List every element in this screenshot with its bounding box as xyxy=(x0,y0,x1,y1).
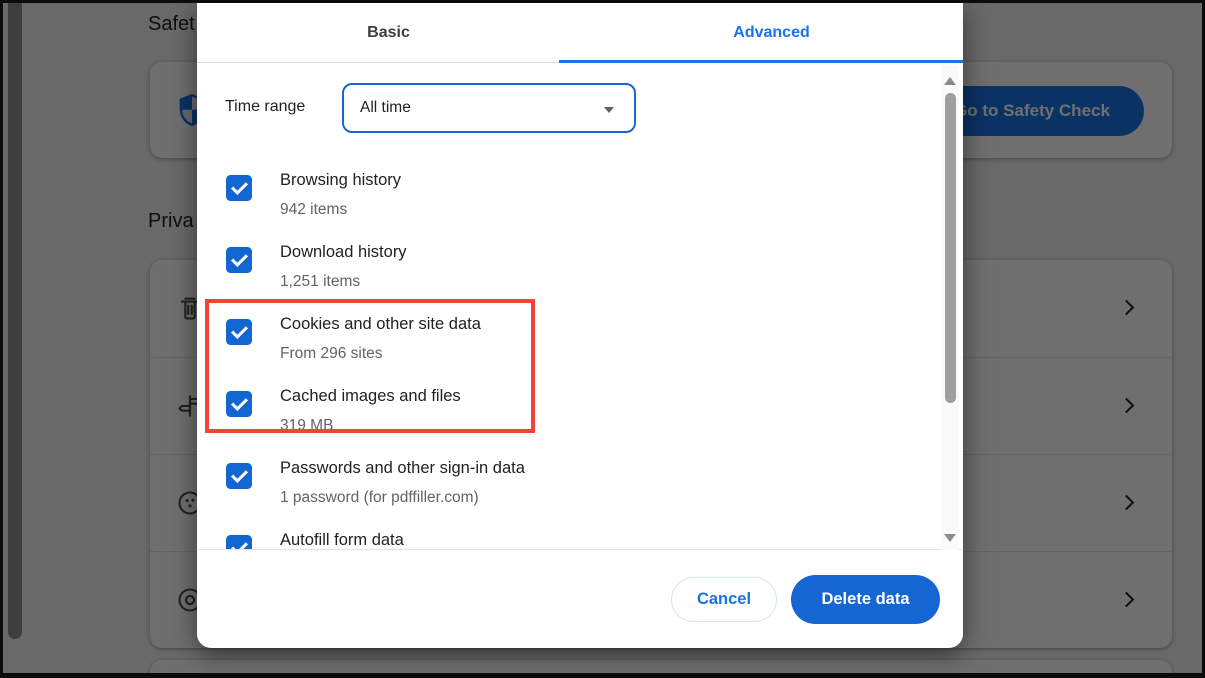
item-label: Browsing history xyxy=(280,171,402,189)
scroll-up-arrow-icon[interactable] xyxy=(944,77,956,85)
item-sublabel: 1 password (for pdffiller.com) xyxy=(280,489,479,506)
settings-page: Safet Go to Safety Check Priva xyxy=(3,3,1202,673)
scroll-down-arrow-icon[interactable] xyxy=(944,534,956,542)
autofill-checkbox[interactable] xyxy=(226,535,252,549)
item-browsing-history: Browsing history 942 items xyxy=(197,163,937,235)
browsing-history-checkbox[interactable] xyxy=(226,175,252,201)
download-history-checkbox[interactable] xyxy=(226,247,252,273)
dialog-scroll-area: Time range All time Browsing history 942… xyxy=(197,63,963,550)
chevron-down-icon xyxy=(604,107,614,113)
dialog-footer: Cancel Delete data xyxy=(197,550,963,648)
item-label: Download history xyxy=(280,243,407,261)
red-highlight-annotation xyxy=(205,299,535,433)
item-label: Autofill form data xyxy=(280,531,404,549)
clear-browsing-data-dialog: Basic Advanced Time range All time Brows… xyxy=(197,3,963,648)
delete-data-button[interactable]: Delete data xyxy=(791,575,940,624)
passwords-checkbox[interactable] xyxy=(226,463,252,489)
cancel-button[interactable]: Cancel xyxy=(671,577,777,622)
item-label: Passwords and other sign-in data xyxy=(280,459,525,477)
dialog-scrollbar-thumb[interactable] xyxy=(944,93,956,403)
item-passwords: Passwords and other sign-in data 1 passw… xyxy=(197,451,937,523)
time-range-label: Time range xyxy=(225,98,306,115)
dialog-tabbar: Basic Advanced xyxy=(197,3,963,63)
item-download-history: Download history 1,251 items xyxy=(197,235,937,307)
item-sublabel: 942 items xyxy=(280,201,348,218)
time-range-value: All time xyxy=(360,99,411,116)
item-sublabel: 1,251 items xyxy=(280,273,361,290)
item-autofill: Autofill form data xyxy=(197,523,937,549)
time-range-select[interactable]: All time xyxy=(342,83,636,133)
tab-advanced[interactable]: Advanced xyxy=(580,3,963,62)
tab-basic[interactable]: Basic xyxy=(197,3,580,62)
dialog-scrollbar[interactable] xyxy=(941,65,959,550)
